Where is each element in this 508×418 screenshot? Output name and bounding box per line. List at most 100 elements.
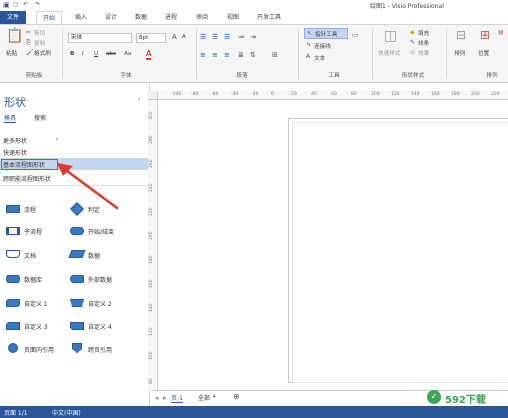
copy-icon[interactable]: ⎘	[26, 39, 31, 47]
tab-design[interactable]: 设计	[100, 11, 122, 24]
text-tool-button[interactable]: 文本	[314, 54, 325, 62]
shape-label[interactable]: 数据库	[24, 275, 42, 284]
page-indicator[interactable]: 页面 1/1	[4, 408, 28, 417]
change-case-button[interactable]: Aa	[124, 51, 131, 57]
align-top-right-icon[interactable]: ☰	[224, 33, 230, 41]
add-page-button[interactable]: ⊕	[233, 392, 240, 401]
custom4-shape-icon[interactable]	[70, 322, 84, 330]
pointer-tool-button[interactable]: ↖ 指针工具	[304, 28, 348, 39]
on-page-reference-shape-icon[interactable]	[8, 343, 18, 353]
font-color-button[interactable]: A	[146, 49, 152, 60]
scroll-right-icon[interactable]: ▸	[163, 394, 167, 402]
fill-button[interactable]: 填充	[418, 29, 429, 37]
page-tab-1[interactable]: 页-1	[171, 393, 183, 403]
shrink-font-button[interactable]: A	[182, 34, 186, 40]
shape-label[interactable]: 自定义 4	[88, 322, 112, 331]
paste-icon[interactable]: 📋	[6, 29, 23, 43]
position-button[interactable]: 位置	[478, 49, 489, 57]
tab-home[interactable]: 开始	[36, 11, 62, 24]
process-shape-icon[interactable]	[6, 205, 20, 213]
shape-label[interactable]: 页面内引用	[24, 345, 54, 354]
connector-icon[interactable]: ↳	[306, 41, 311, 49]
bring-front-icon[interactable]: ▤	[498, 29, 504, 37]
text-direction-icon[interactable]: ⇅	[250, 51, 256, 59]
all-pages-button[interactable]: 全部	[198, 393, 210, 402]
shape-label[interactable]: 跨页引用	[88, 345, 112, 354]
shape-label[interactable]: 开始/结束	[88, 227, 114, 236]
align-shapes-button[interactable]: 排列	[454, 49, 465, 57]
tab-process[interactable]: 进程	[160, 11, 182, 24]
terminator-shape-icon[interactable]	[70, 227, 84, 235]
copy-button[interactable]: 复制	[34, 39, 45, 47]
collapse-panel-icon[interactable]: ‹	[138, 96, 140, 103]
document-shape-icon[interactable]	[6, 250, 20, 258]
effects-button[interactable]: 效果	[418, 49, 429, 57]
shape-label[interactable]: 子流程	[24, 227, 42, 236]
align-center-icon[interactable]: ≡	[212, 51, 218, 59]
format-painter-icon[interactable]: 🖌	[26, 49, 34, 57]
custom1-shape-icon[interactable]	[6, 299, 20, 307]
tab-data[interactable]: 数据	[130, 11, 152, 24]
save-icon[interactable]: ▢	[13, 1, 19, 9]
bold-button[interactable]: B	[70, 51, 74, 57]
indent-icon[interactable]: ⇥	[250, 33, 256, 41]
strikethrough-button[interactable]: abc	[106, 51, 116, 57]
paste-button[interactable]: 粘贴	[6, 49, 17, 57]
underline-button[interactable]: U	[94, 51, 98, 57]
tab-review[interactable]: 审阅	[191, 11, 213, 24]
nav-quick-shapes[interactable]: 快速形状	[3, 148, 27, 157]
external-data-shape-icon[interactable]	[70, 275, 84, 283]
justify-icon[interactable]: ≣	[238, 51, 244, 59]
effects-icon[interactable]: ◎	[410, 49, 415, 57]
undo-icon[interactable]: ↶	[23, 1, 28, 9]
custom2-shape-icon[interactable]	[70, 299, 84, 307]
shape-label[interactable]: 外部数据	[88, 275, 112, 284]
font-size-select[interactable]: 8pt	[136, 33, 166, 43]
redo-icon[interactable]: ↷	[35, 1, 40, 9]
custom3-shape-icon[interactable]	[6, 322, 20, 330]
align-right-icon[interactable]: ≡	[224, 51, 230, 59]
off-page-reference-shape-icon[interactable]	[72, 343, 82, 353]
cut-icon[interactable]: ✂	[26, 29, 31, 37]
italic-button[interactable]: I	[82, 51, 84, 57]
font-name-select[interactable]: 宋体	[68, 33, 132, 43]
align-shapes-icon[interactable]: ⊟	[456, 29, 466, 41]
shape-label[interactable]: 自定义 1	[24, 299, 48, 308]
position-icon[interactable]: ⊞	[480, 29, 490, 41]
shape-label[interactable]: 自定义 3	[24, 322, 48, 331]
shapes-icon[interactable]: ▭	[352, 31, 359, 39]
tab-developer[interactable]: 开发工具	[252, 11, 286, 24]
tab-stencils[interactable]: 模具	[4, 113, 17, 123]
data-shape-icon[interactable]	[68, 250, 86, 258]
format-painter-button[interactable]: 格式刷	[34, 49, 51, 57]
connector-button[interactable]: 连接线	[314, 42, 331, 50]
align-top-center-icon[interactable]: ☰	[212, 33, 218, 41]
database-shape-icon[interactable]	[6, 275, 20, 283]
nav-cross-functional[interactable]: 跨职能流程图形状	[3, 174, 51, 183]
cut-button[interactable]: 剪切	[34, 29, 45, 37]
chevron-up-icon[interactable]: ▴	[213, 393, 216, 399]
shape-label[interactable]: 文档	[24, 251, 36, 260]
shape-label[interactable]: 自定义 2	[88, 299, 112, 308]
shape-label[interactable]: 数据	[88, 251, 100, 260]
subprocess-shape-icon[interactable]	[6, 227, 20, 235]
grow-font-button[interactable]: A	[172, 33, 177, 41]
fill-icon[interactable]: ◆	[410, 29, 415, 37]
nav-more-shapes[interactable]: 更多形状	[3, 136, 27, 145]
text-tool-icon[interactable]: A	[306, 53, 310, 61]
align-left-icon[interactable]: ≡	[200, 51, 206, 59]
tab-search[interactable]: 搜索	[34, 113, 46, 122]
tab-insert[interactable]: 插入	[70, 11, 92, 24]
language-indicator[interactable]: 中文(中国)	[52, 408, 81, 417]
nav-basic-flowchart[interactable]: 基本流程图形状	[3, 160, 45, 169]
line-button[interactable]: 线条	[418, 39, 429, 47]
shape-label[interactable]: 流程	[24, 205, 36, 214]
quick-styles-button[interactable]: 快速样式	[378, 49, 400, 57]
tab-view[interactable]: 视图	[222, 11, 244, 24]
text-block-icon[interactable]: ⊞	[272, 51, 278, 59]
quick-styles-icon[interactable]: ◫	[384, 29, 397, 43]
align-top-left-icon[interactable]: ☰	[200, 33, 206, 41]
tab-file[interactable]: 文件	[0, 11, 26, 24]
line-icon[interactable]: ✎	[410, 39, 415, 47]
scroll-left-icon[interactable]: ◂	[155, 394, 159, 402]
